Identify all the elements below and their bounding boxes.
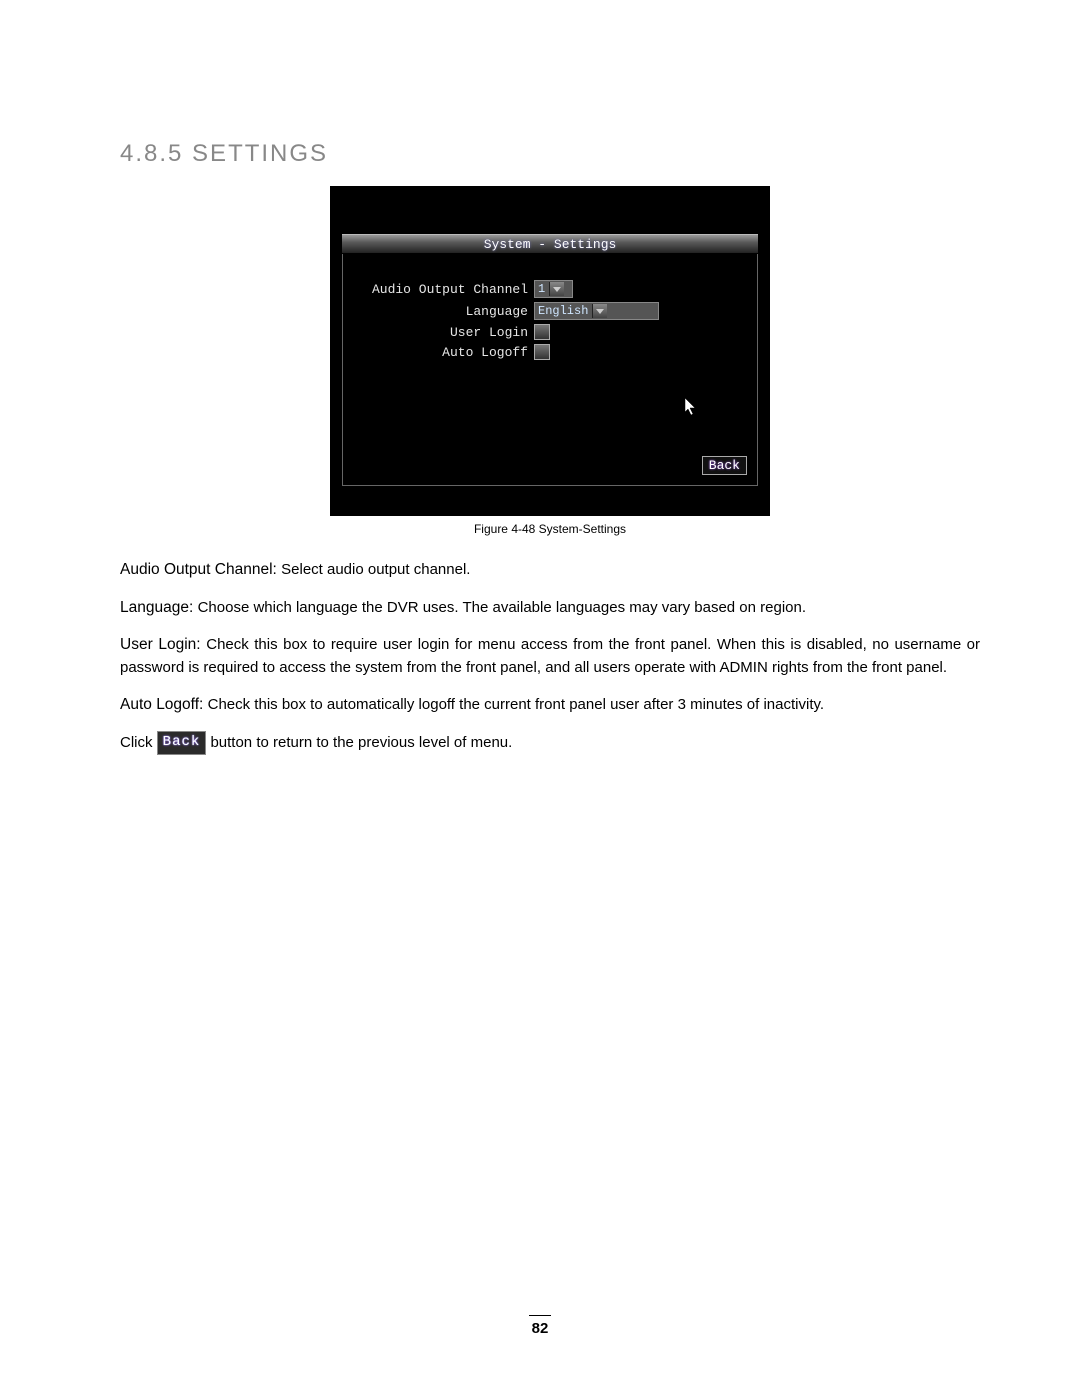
chevron-down-icon (592, 304, 607, 318)
back-button[interactable]: Back (702, 456, 747, 475)
dvr-screenshot: System - Settings Audio Output Channel 1… (330, 186, 770, 516)
para-auto-logoff: Auto Logoff: Check this box to automatic… (120, 693, 980, 717)
body-auto-logoff: Check this box to automatically logoff t… (208, 696, 824, 713)
para-audio-output: Audio Output Channel: Select audio outpu… (120, 558, 980, 582)
checkbox-user-login[interactable] (534, 324, 550, 340)
settings-panel: Audio Output Channel 1 Language English … (342, 254, 758, 486)
window-titlebar: System - Settings (342, 234, 758, 254)
para-click-back: Click Back button to return to the previ… (120, 731, 980, 755)
body-language: Choose which language the DVR uses. The … (198, 599, 806, 616)
label-auto-logoff: Auto Logoff (343, 345, 534, 360)
section-heading: 4.8.5 SETTINGS (120, 140, 980, 168)
text-click-post: button to return to the previous level o… (206, 733, 512, 750)
row-user-login: User Login (343, 324, 757, 340)
para-language: Language: Choose which language the DVR … (120, 596, 980, 620)
document-page: 4.8.5 SETTINGS System - Settings Audio O… (0, 0, 1080, 1397)
lead-auto-logoff: Auto Logoff: (120, 696, 208, 713)
dropdown-language[interactable]: English (534, 302, 659, 320)
checkbox-auto-logoff[interactable] (534, 344, 550, 360)
lead-audio-output: Audio Output Channel: (120, 561, 281, 578)
lead-user-login: User Login: (120, 636, 206, 653)
page-number: 82 (0, 1315, 1080, 1337)
row-audio-output: Audio Output Channel 1 (343, 280, 757, 298)
row-auto-logoff: Auto Logoff (343, 344, 757, 360)
label-language: Language (343, 304, 534, 319)
label-audio-output: Audio Output Channel (343, 282, 534, 297)
dropdown-audio-output[interactable]: 1 (534, 280, 573, 298)
figure-caption: Figure 4-48 System-Settings (330, 522, 770, 536)
window-title: System - Settings (484, 237, 617, 252)
body-audio-output: Select audio output channel. (281, 561, 470, 578)
para-user-login: User Login: Check this box to require us… (120, 633, 980, 679)
chevron-down-icon (549, 282, 564, 296)
dropdown-language-value: English (538, 304, 588, 318)
dropdown-audio-value: 1 (538, 282, 545, 296)
label-user-login: User Login (343, 325, 534, 340)
body-user-login: Check this box to require user login for… (120, 636, 980, 676)
figure-wrapper: System - Settings Audio Output Channel 1… (330, 186, 770, 536)
row-language: Language English (343, 302, 757, 320)
lead-language: Language: (120, 599, 198, 616)
text-click-pre: Click (120, 733, 157, 750)
inline-back-button: Back (157, 731, 207, 755)
